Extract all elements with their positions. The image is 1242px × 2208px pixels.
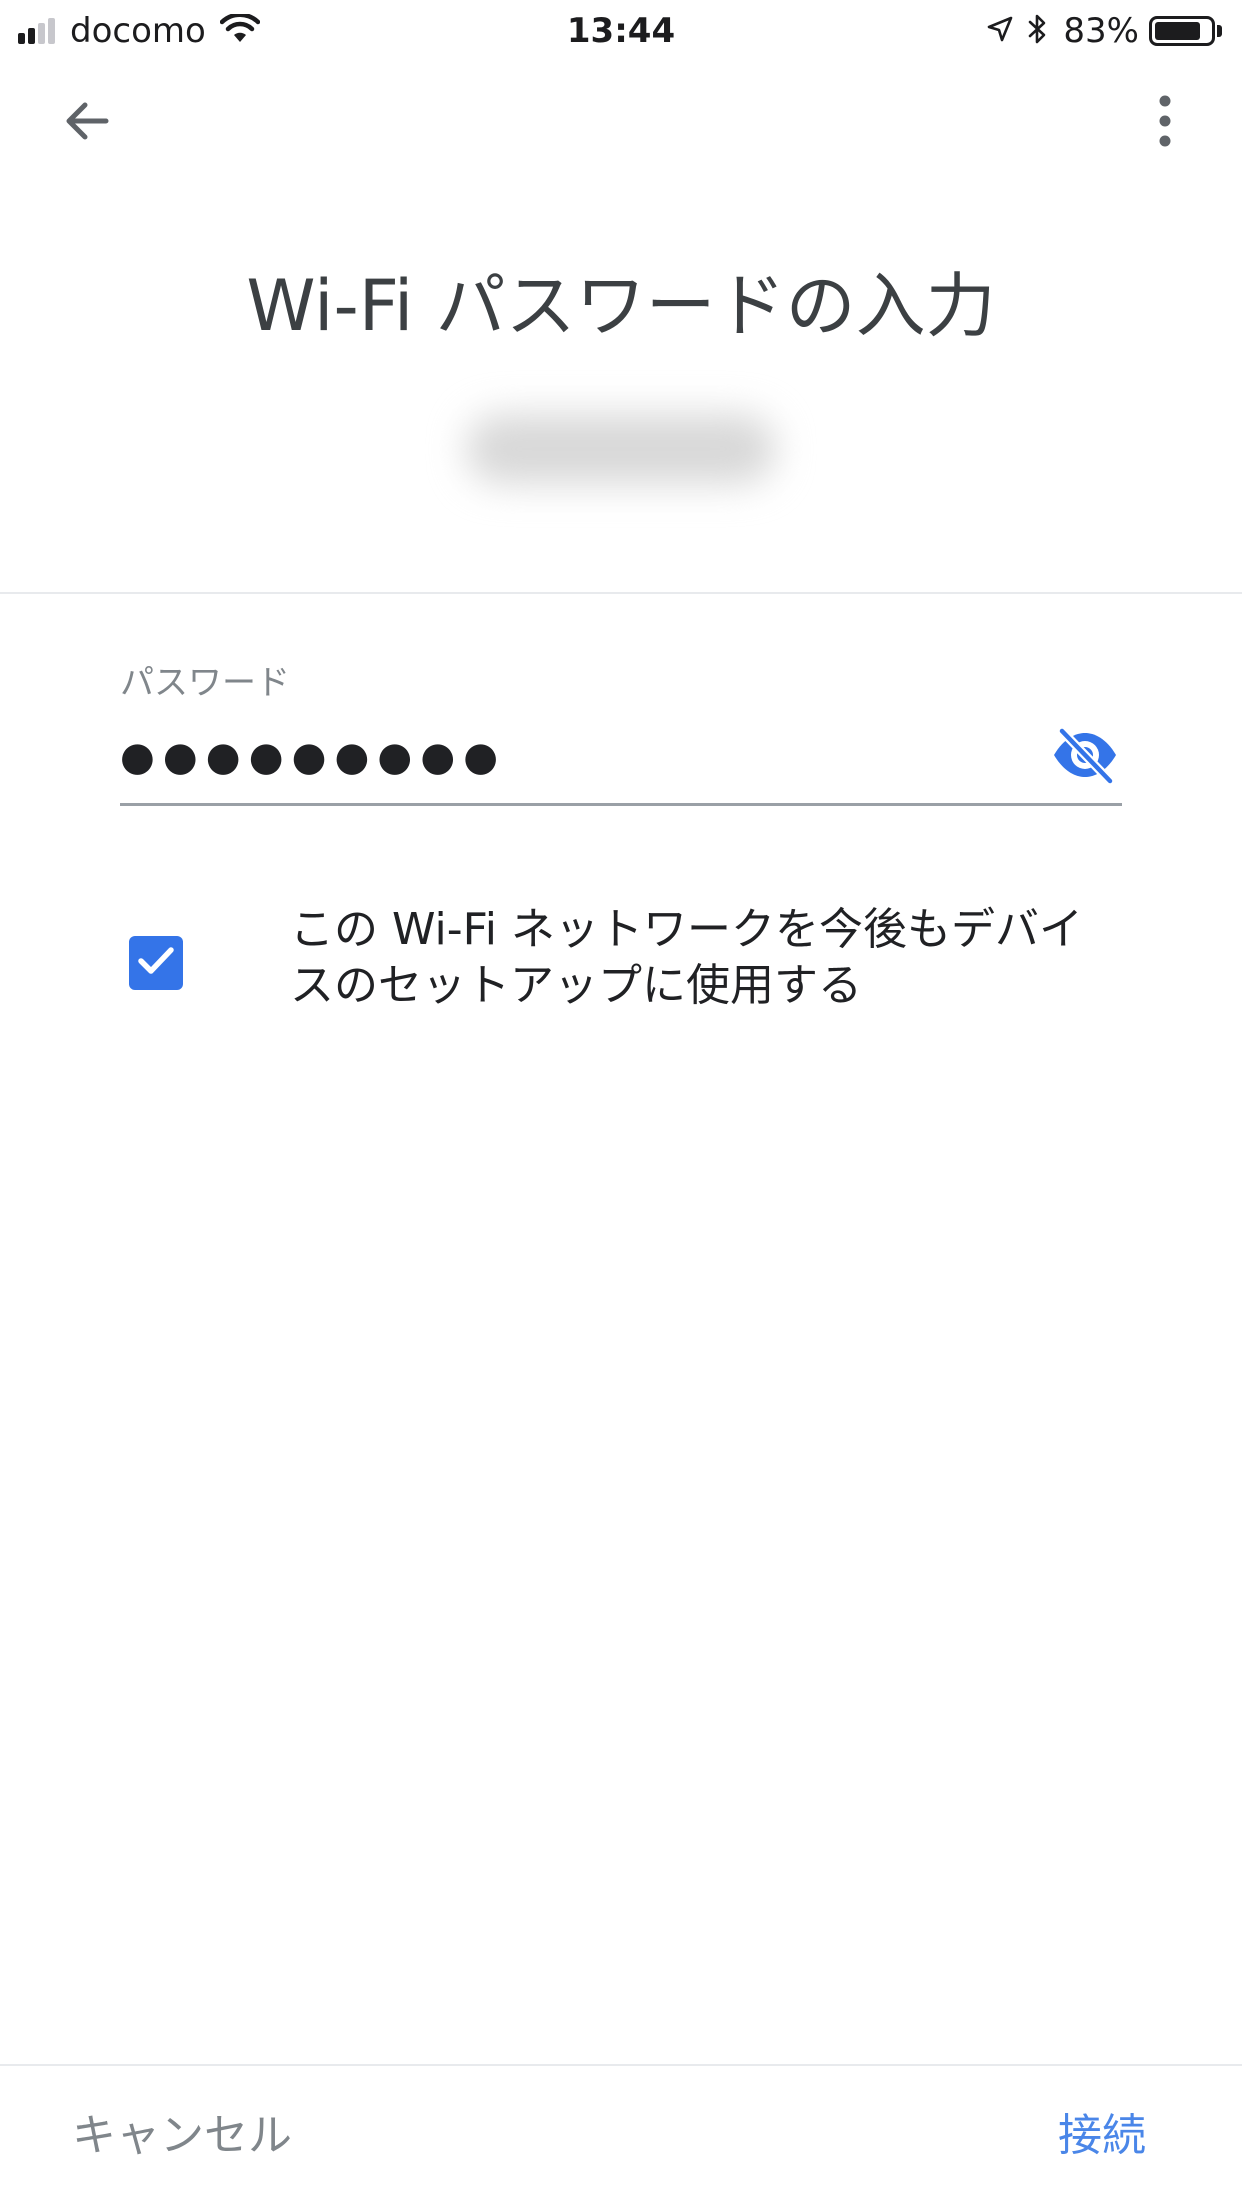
wifi-password-screen: docomo 13:44 83% Wi-Fi パスワードの入力 パスワード ●●… xyxy=(0,0,1242,2208)
battery-percent: 83% xyxy=(1063,11,1139,51)
cancel-button[interactable]: キャンセル xyxy=(72,2106,292,2166)
remember-network-label[interactable]: この Wi-Fi ネットワークを今後もデバイスのセットアップに使用する xyxy=(290,902,1110,1014)
more-options-button[interactable] xyxy=(1130,88,1200,158)
page-title: Wi-Fi パスワードの入力 xyxy=(246,265,996,347)
battery-level-fill xyxy=(1155,22,1200,40)
password-label: パスワード xyxy=(120,663,290,703)
status-bar: docomo 13:44 83% xyxy=(0,0,1242,62)
remember-network-checkbox[interactable] xyxy=(129,936,183,990)
app-bar xyxy=(0,62,1242,184)
checkmark-icon xyxy=(136,944,176,982)
bluetooth-icon xyxy=(1027,13,1049,49)
more-vert-icon xyxy=(1157,95,1173,151)
password-underline xyxy=(120,803,1122,806)
toggle-password-visibility-button[interactable] xyxy=(1048,724,1122,790)
status-bar-right: 83% xyxy=(987,10,1222,52)
connect-button[interactable]: 接続 xyxy=(1058,2106,1146,2166)
arrow-back-icon xyxy=(62,96,112,150)
back-button[interactable] xyxy=(52,88,122,158)
location-arrow-icon xyxy=(987,16,1013,46)
eye-off-icon xyxy=(1050,725,1120,789)
bottom-divider xyxy=(0,2064,1242,2066)
battery-icon xyxy=(1149,16,1222,46)
header-divider xyxy=(0,592,1242,594)
password-input[interactable] xyxy=(120,722,1020,792)
network-name-redacted xyxy=(466,414,776,484)
